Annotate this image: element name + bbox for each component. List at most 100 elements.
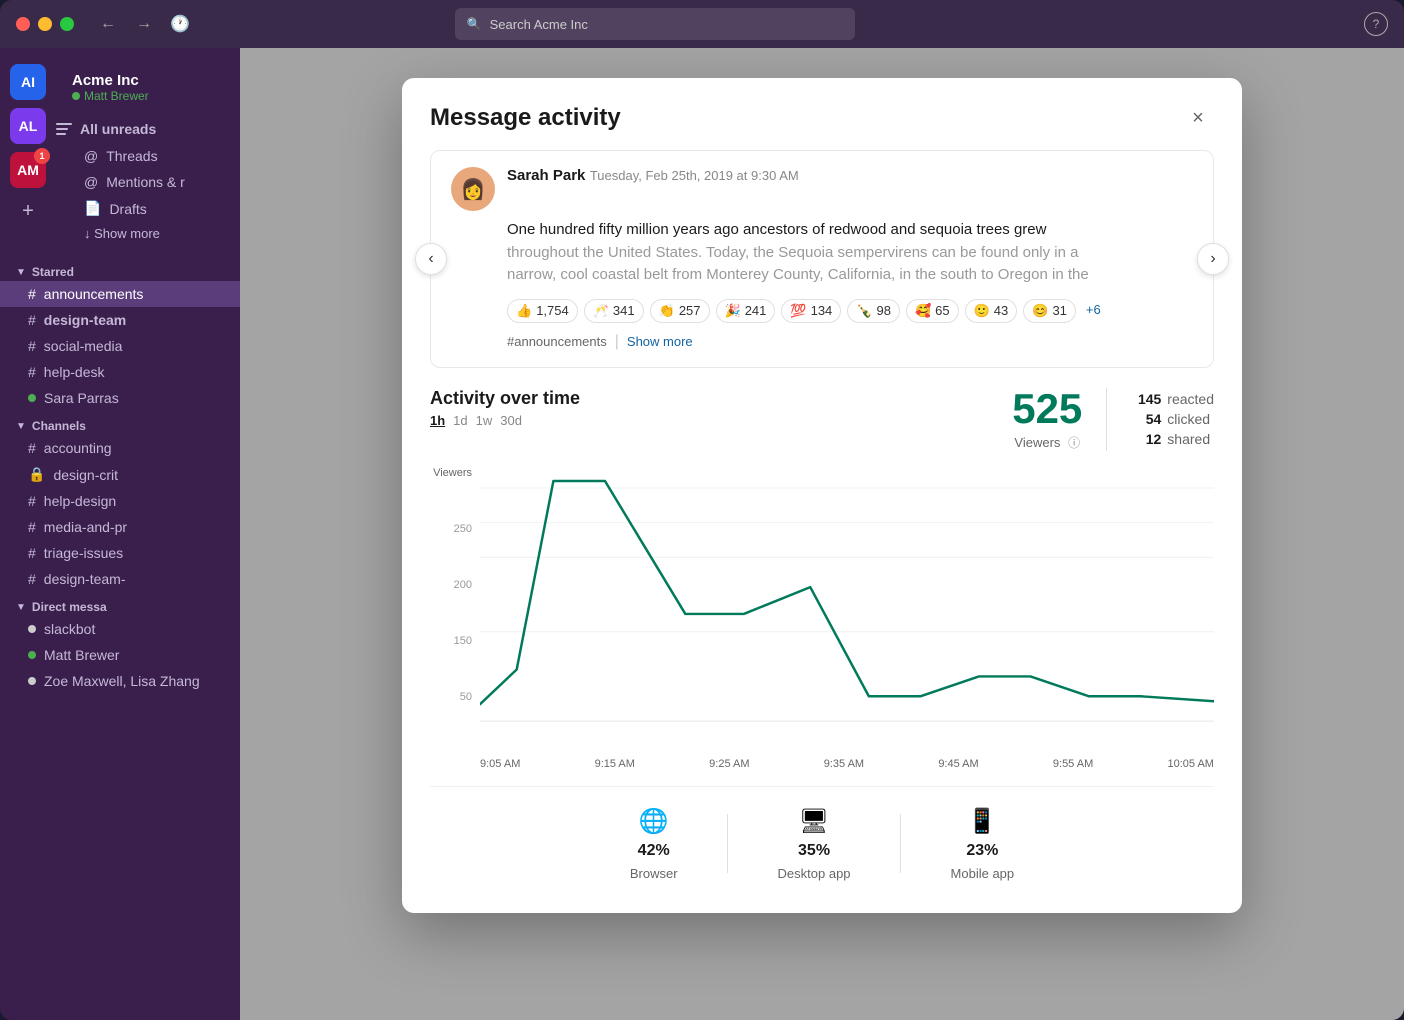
sidebar-top: AI AL AM 1 + Acme Inc Matt Bre: [0, 48, 240, 257]
starred-chevron: ▼: [16, 267, 26, 278]
sidebar-item-help-desk[interactable]: # help-desk: [0, 359, 240, 385]
x-axis-labels: 9:05 AM 9:15 AM 9:25 AM 9:35 AM 9:45 AM …: [480, 758, 1214, 770]
avatar-ai[interactable]: AI: [10, 64, 46, 100]
prev-message-button[interactable]: ‹: [415, 243, 447, 275]
filter-30d[interactable]: 30d: [500, 413, 522, 428]
sidebar-item-slackbot[interactable]: slackbot: [0, 616, 240, 642]
x-label-945: 9:45 AM: [938, 758, 978, 770]
sidebar-item-design-team[interactable]: # design-team: [0, 307, 240, 333]
sidebar-item-mentions[interactable]: @ Mentions & r: [56, 169, 232, 195]
filter-1d[interactable]: 1d: [453, 413, 467, 428]
back-button[interactable]: ←: [94, 10, 122, 38]
viewers-label: Viewers ⓘ: [1012, 434, 1082, 451]
sidebar-item-all-unreads[interactable]: All unreads: [56, 115, 232, 143]
sidebar-item-threads[interactable]: @ Threads: [56, 143, 232, 169]
reaction-clap[interactable]: 👏 257: [650, 299, 710, 323]
next-message-button[interactable]: ›: [1197, 243, 1229, 275]
x-label-1005: 10:05 AM: [1167, 758, 1213, 770]
happy-emoji: 😊: [1032, 303, 1048, 319]
message-card: ‹ › 👩 Sarah Park Tuesday, Feb 25th, 2019…: [430, 150, 1214, 368]
reaction-party[interactable]: 🎉 241: [716, 299, 776, 323]
workspace-header[interactable]: Acme Inc Matt Brewer: [56, 60, 232, 115]
maximize-button[interactable]: [60, 17, 74, 31]
add-workspace-button[interactable]: +: [6, 196, 50, 227]
x-label-935: 9:35 AM: [824, 758, 864, 770]
dm-chevron: ▼: [16, 602, 26, 613]
x-label-925: 9:25 AM: [709, 758, 749, 770]
channel-hash-icon: #: [28, 364, 36, 380]
platform-mobile: 📱 23% Mobile app: [901, 807, 1065, 881]
activity-header: Activity over time 1h 1d 1w 30d: [430, 388, 1214, 451]
stat-reacted: 145 reacted: [1131, 391, 1214, 407]
avatar-al[interactable]: AL: [10, 108, 46, 144]
group-indicator: [28, 677, 36, 685]
reaction-heart-eyes[interactable]: 🥰 65: [906, 299, 959, 323]
forward-button[interactable]: →: [130, 10, 158, 38]
sidebar-show-more-main[interactable]: ↓ Show more: [56, 222, 232, 245]
activity-stats: 525 Viewers ⓘ 145 reacted: [1012, 388, 1214, 451]
modal-header: Message activity ×: [402, 78, 1242, 150]
extra-reactions[interactable]: +6: [1082, 299, 1105, 323]
dm-section-label[interactable]: ▼ Direct messa: [0, 592, 240, 616]
modal-overlay: Message activity × ‹ › 👩 Sarah Park Tues…: [240, 48, 1404, 1020]
traffic-lights: [16, 17, 74, 31]
message-meta: Sarah Park Tuesday, Feb 25th, 2019 at 9:…: [507, 167, 1193, 185]
message-text-line3: narrow, cool coastal belt from Monterey …: [507, 264, 1193, 287]
channel-hash-icon: #: [28, 286, 36, 302]
show-more-link[interactable]: Show more: [627, 334, 693, 349]
sidebar-item-sara[interactable]: Sara Parras: [0, 385, 240, 411]
filter-1h[interactable]: 1h: [430, 413, 445, 428]
starred-section-label[interactable]: ▼ Starred: [0, 257, 240, 281]
sidebar-item-accounting[interactable]: # accounting: [0, 435, 240, 461]
reaction-thumbsup[interactable]: 👍 1,754: [507, 299, 578, 323]
y-value-250: 250: [430, 523, 472, 535]
stat-shared: 12 shared: [1131, 431, 1214, 447]
reaction-happy[interactable]: 😊 31: [1023, 299, 1076, 323]
sidebar-item-social-media[interactable]: # social-media: [0, 333, 240, 359]
thumbsup-emoji: 👍: [516, 303, 532, 319]
history-button[interactable]: 🕐: [166, 10, 194, 38]
sidebar: AI AL AM 1 + Acme Inc Matt Bre: [0, 48, 240, 1020]
channel-hash-icon: #: [28, 571, 36, 587]
modal-close-button[interactable]: ×: [1182, 102, 1214, 134]
search-bar[interactable]: 🔍 Search Acme Inc: [455, 8, 855, 40]
sidebar-item-announcements[interactable]: # announcements: [0, 281, 240, 307]
minimize-button[interactable]: [38, 17, 52, 31]
sidebar-item-design-team2[interactable]: # design-team-: [0, 566, 240, 592]
threads-icon: @: [84, 148, 98, 164]
app-window: ← → 🕐 🔍 Search Acme Inc ? AI AL AM 1: [0, 0, 1404, 1020]
reaction-smile[interactable]: 🙂 43: [965, 299, 1018, 323]
avatar-am[interactable]: AM 1: [10, 152, 46, 188]
notification-badge: 1: [34, 148, 50, 164]
online-indicator: [28, 394, 36, 402]
sidebar-item-media[interactable]: # media-and-pr: [0, 514, 240, 540]
reaction-clinking[interactable]: 🥂 341: [584, 299, 644, 323]
message-tags: #announcements | Show more: [507, 333, 1193, 351]
nav-buttons: ← → 🕐: [94, 10, 194, 38]
close-button[interactable]: [16, 17, 30, 31]
message-timestamp: Tuesday, Feb 25th, 2019 at 9:30 AM: [590, 168, 799, 183]
sidebar-item-matt[interactable]: Matt Brewer: [0, 642, 240, 668]
channel-hash-icon: #: [28, 493, 36, 509]
platform-browser: 🌐 42% Browser: [580, 807, 728, 881]
workspace-name: Acme Inc: [72, 72, 149, 89]
help-button[interactable]: ?: [1364, 12, 1388, 36]
avatar-column: AI AL AM 1 +: [0, 60, 56, 245]
reaction-100[interactable]: 💯 134: [781, 299, 841, 323]
sidebar-item-triage[interactable]: # triage-issues: [0, 540, 240, 566]
channels-section-label[interactable]: ▼ Channels: [0, 411, 240, 435]
sidebar-item-drafts[interactable]: 📄 Drafts: [56, 195, 232, 222]
reaction-champagne[interactable]: 🍾 98: [847, 299, 900, 323]
sidebar-item-design-crit[interactable]: 🔒 design-crit: [0, 461, 240, 488]
filter-1w[interactable]: 1w: [476, 413, 493, 428]
activity-title-col: Activity over time 1h 1d 1w 30d: [430, 388, 580, 428]
viewers-info-icon[interactable]: ⓘ: [1068, 436, 1080, 450]
party-emoji: 🎉: [725, 303, 741, 319]
search-placeholder: Search Acme Inc: [490, 17, 588, 32]
sidebar-item-help-design[interactable]: # help-design: [0, 488, 240, 514]
sidebar-item-zoe-lisa[interactable]: Zoe Maxwell, Lisa Zhang: [0, 668, 240, 694]
modal-title: Message activity: [430, 104, 621, 132]
platform-desktop: 🖥 35% Desktop app: [728, 807, 901, 881]
channel-hash-icon: #: [28, 312, 36, 328]
chart-line: [480, 481, 1214, 704]
